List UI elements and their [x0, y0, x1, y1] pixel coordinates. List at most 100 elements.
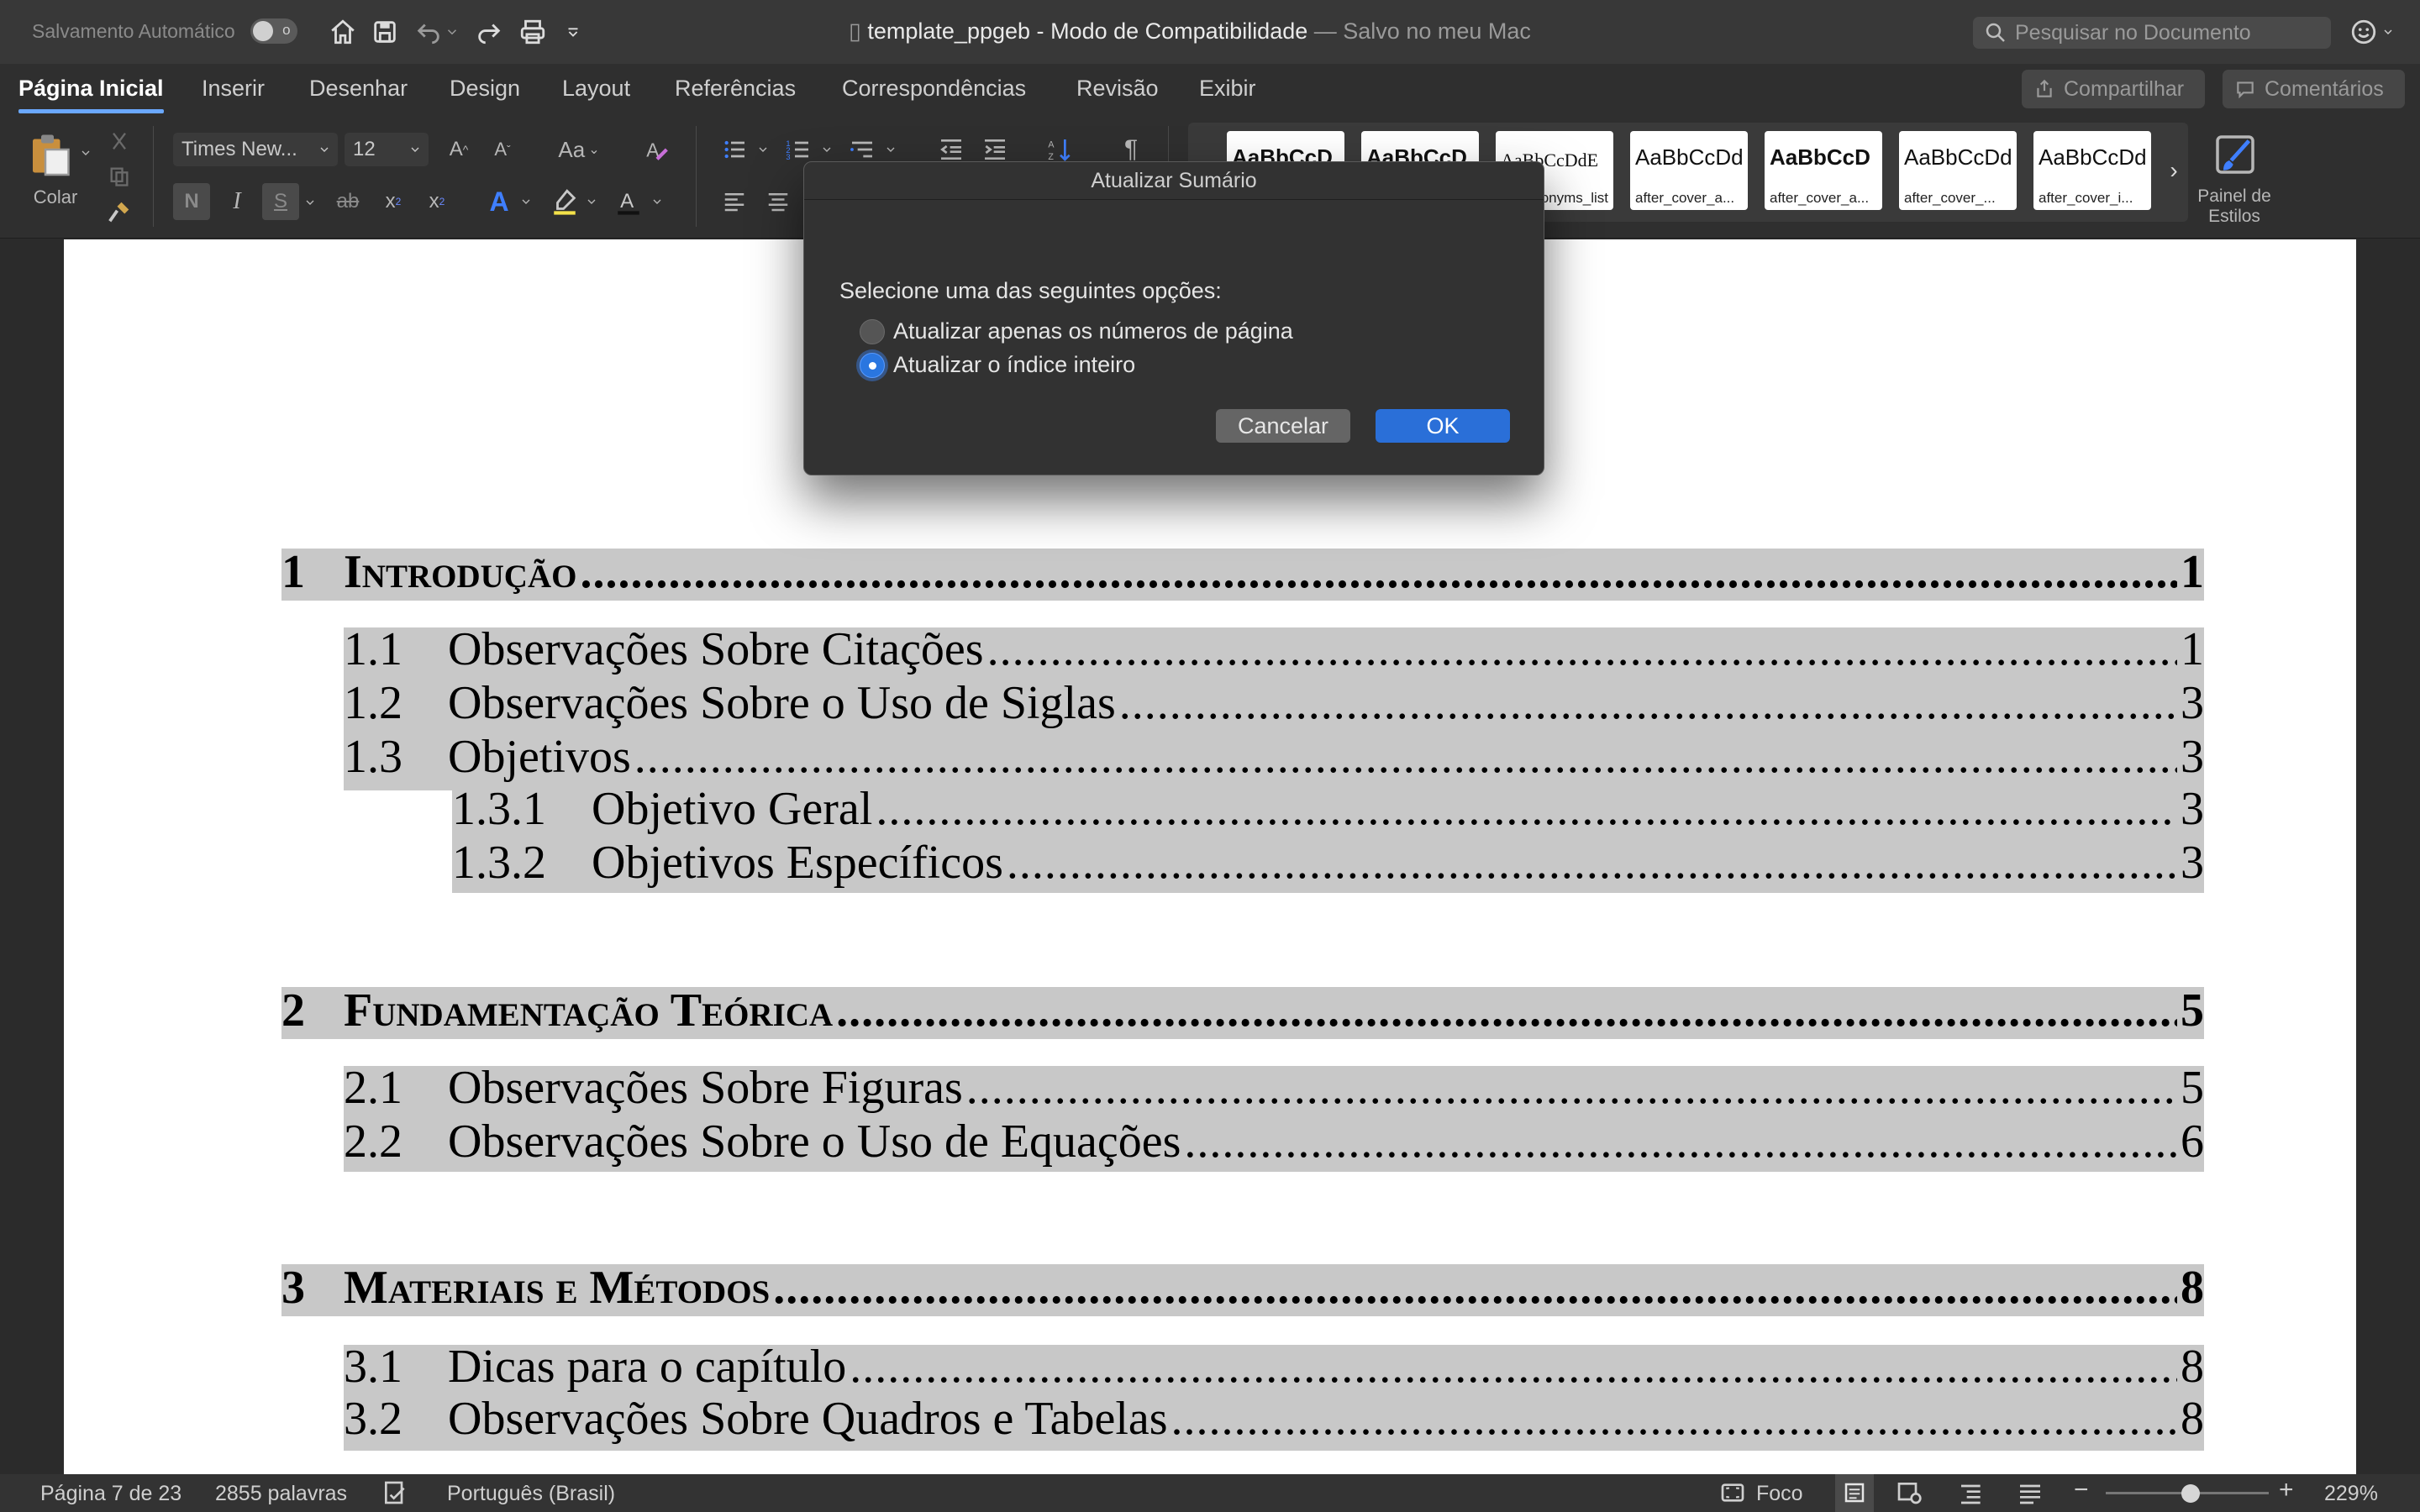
- dialog-prompt: Selecione uma das seguintes opções:: [839, 278, 1222, 303]
- text-effects-dropdown-icon[interactable]: [518, 192, 534, 212]
- bullets-dropdown-icon[interactable]: [755, 139, 771, 160]
- tab-inserir[interactable]: Inserir: [202, 76, 265, 102]
- undo-dropdown-icon[interactable]: [442, 13, 462, 50]
- chevron-down-icon: [411, 147, 419, 152]
- clear-formatting-icon[interactable]: A: [639, 131, 676, 168]
- search-icon: [1986, 23, 2005, 42]
- toc-entry[interactable]: 1.3Objetivos3: [344, 730, 2204, 784]
- tab-layout[interactable]: Layout: [562, 76, 630, 102]
- share-label: Compartilhar: [2064, 76, 2185, 101]
- grow-font-icon[interactable]: A ^: [444, 133, 474, 166]
- save-icon[interactable]: [366, 13, 403, 50]
- radio-button-checked[interactable]: [860, 352, 885, 378]
- home-icon[interactable]: [324, 13, 361, 50]
- outline-view-icon[interactable]: [1958, 1479, 1985, 1512]
- tab-revisao[interactable]: Revisão: [1076, 76, 1159, 102]
- toc-entry[interactable]: 2.2Observações Sobre o Uso de Equações6: [344, 1115, 2204, 1168]
- strikethrough-button[interactable]: ab: [329, 183, 366, 220]
- font-size-select[interactable]: 12: [345, 133, 429, 166]
- tab-desenhar[interactable]: Desenhar: [309, 76, 408, 102]
- option-update-page-numbers[interactable]: Atualizar apenas os números de página: [860, 318, 1293, 344]
- focus-icon[interactable]: [1719, 1479, 1746, 1512]
- align-center-icon[interactable]: [760, 183, 797, 220]
- proofing-icon[interactable]: [381, 1479, 408, 1512]
- toc-entry[interactable]: 1.1Observações Sobre Citações1: [344, 622, 2204, 676]
- toc-entry[interactable]: 2Fundamentação Teórica5: [281, 984, 2204, 1037]
- format-painter-icon[interactable]: [104, 197, 134, 227]
- page-count[interactable]: Página 7 de 23: [40, 1482, 182, 1506]
- italic-button[interactable]: I: [220, 183, 254, 220]
- bullets-icon[interactable]: [716, 131, 753, 168]
- option-update-entire-table[interactable]: Atualizar o índice inteiro: [860, 352, 1135, 378]
- font-color-icon[interactable]: A: [612, 183, 645, 220]
- style-card[interactable]: AaBbCcDd after_cover_...: [1899, 131, 2017, 210]
- comment-icon: [2237, 81, 2254, 99]
- change-case-button[interactable]: Aa ⌄: [551, 133, 607, 166]
- zoom-in-button[interactable]: +: [2279, 1476, 2294, 1504]
- search-input[interactable]: [2015, 20, 2317, 45]
- text-effects-icon[interactable]: A: [482, 183, 516, 220]
- customize-toolbar-icon[interactable]: [558, 13, 588, 50]
- comments-button[interactable]: Comentários: [2223, 70, 2405, 108]
- option-label: Atualizar apenas os números de página: [893, 318, 1293, 344]
- web-layout-view-icon[interactable]: [1896, 1479, 1923, 1512]
- paste-icon[interactable]: [22, 126, 77, 181]
- toc-entry[interactable]: 3Materiais e Métodos8: [281, 1261, 2204, 1315]
- style-card[interactable]: AaBbCcDd after_cover_a...: [1630, 131, 1748, 210]
- toc-entry[interactable]: 1Introdução1: [281, 545, 2204, 599]
- share-button[interactable]: Compartilhar: [2022, 70, 2205, 108]
- styles-pane-label[interactable]: Painel de Estilos: [2195, 186, 2274, 227]
- style-card[interactable]: AaBbCcD after_cover_a...: [1765, 131, 1882, 210]
- toc-entry[interactable]: 1.3.2Objetivos Específicos3: [452, 836, 2204, 890]
- bold-button[interactable]: N: [173, 183, 210, 220]
- toc-entry[interactable]: 3.1Dicas para o capítulo8: [344, 1340, 2204, 1394]
- paste-dropdown-icon[interactable]: [77, 143, 94, 163]
- toc-entry[interactable]: 3.2Observações Sobre Quadros e Tabelas8: [344, 1392, 2204, 1446]
- zoom-out-button[interactable]: −: [2074, 1476, 2089, 1504]
- highlight-icon[interactable]: [548, 183, 581, 220]
- toc-entry[interactable]: 2.1Observações Sobre Figuras5: [344, 1061, 2204, 1115]
- focus-label[interactable]: Foco: [1756, 1482, 1803, 1506]
- tab-correspondencias[interactable]: Correspondências: [842, 76, 1026, 102]
- autosave-control[interactable]: Salvamento Automático o: [32, 18, 297, 44]
- search-box[interactable]: [1973, 17, 2331, 49]
- autosave-toggle[interactable]: o: [250, 18, 297, 44]
- underline-button[interactable]: S: [262, 183, 299, 220]
- numbering-dropdown-icon[interactable]: [818, 139, 835, 160]
- print-layout-view-icon[interactable]: [1835, 1474, 1874, 1512]
- tab-referencias[interactable]: Referências: [675, 76, 796, 102]
- styles-pane-icon[interactable]: [2210, 126, 2260, 183]
- style-card[interactable]: AaBbCcDd after_cover_i...: [2033, 131, 2151, 210]
- font-name-select[interactable]: Times New...: [173, 133, 338, 166]
- cut-icon[interactable]: [104, 126, 134, 156]
- tab-design[interactable]: Design: [450, 76, 520, 102]
- feedback-smiley-icon[interactable]: [2349, 15, 2400, 49]
- word-count[interactable]: 2855 palavras: [215, 1482, 347, 1506]
- align-left-icon[interactable]: [716, 183, 753, 220]
- superscript-button[interactable]: x2: [420, 183, 454, 220]
- toc-entry[interactable]: 1.2Observações Sobre o Uso de Siglas3: [344, 676, 2204, 730]
- tab-exibir[interactable]: Exibir: [1199, 76, 1256, 102]
- tab-pagina-inicial[interactable]: Página Inicial: [18, 76, 164, 113]
- copy-icon[interactable]: [104, 161, 134, 192]
- toc-entry[interactable]: 1.3.1Objetivo Geral3: [452, 782, 2204, 836]
- ribbon-divider: [696, 126, 697, 227]
- saved-status: — Salvo no meu Mac: [1313, 18, 1531, 44]
- font-color-dropdown-icon[interactable]: [649, 192, 666, 212]
- radio-button[interactable]: [860, 318, 885, 344]
- zoom-level[interactable]: 229%: [2324, 1482, 2378, 1506]
- draft-view-icon[interactable]: [2017, 1479, 2044, 1512]
- highlight-dropdown-icon[interactable]: [583, 192, 600, 212]
- multilevel-dropdown-icon[interactable]: [882, 139, 899, 160]
- print-icon[interactable]: [514, 13, 551, 50]
- shrink-font-icon[interactable]: Aˇ: [487, 133, 518, 166]
- cancel-button[interactable]: Cancelar: [1216, 409, 1350, 443]
- underline-dropdown-icon[interactable]: [301, 190, 319, 215]
- subscript-button[interactable]: x2: [376, 183, 410, 220]
- share-icon: [2037, 79, 2052, 97]
- redo-icon[interactable]: [471, 13, 508, 50]
- zoom-slider-thumb[interactable]: [2181, 1484, 2200, 1503]
- language[interactable]: Português (Brasil): [447, 1482, 615, 1506]
- ok-button[interactable]: OK: [1376, 409, 1510, 443]
- chevron-right-icon[interactable]: ›: [2163, 156, 2185, 185]
